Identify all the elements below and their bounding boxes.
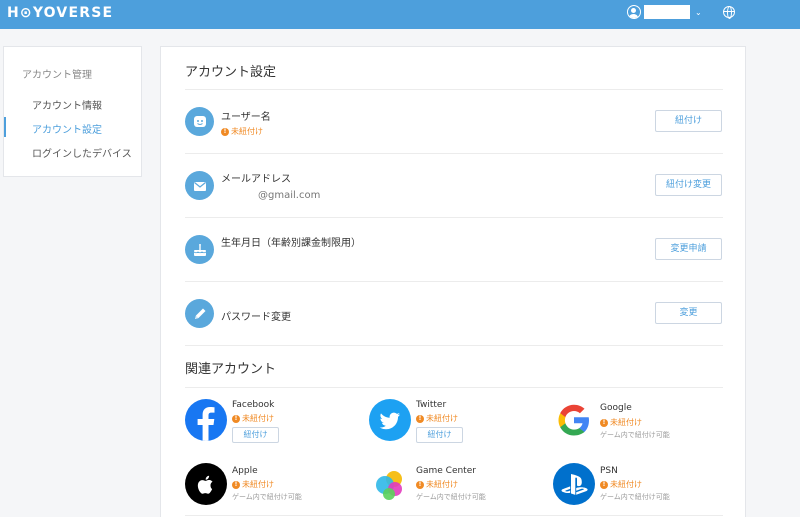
warning-icon: !	[416, 414, 424, 423]
apple-note: ゲーム内で紐付け可能	[232, 493, 302, 501]
user-circle-icon[interactable]	[627, 5, 641, 19]
face-icon	[185, 107, 214, 136]
twitter-status: ! 未紐付け	[416, 413, 458, 424]
divider	[185, 217, 723, 218]
facebook-icon	[185, 399, 227, 441]
sidebar-active-indicator	[4, 117, 6, 137]
twitter-name: Twitter	[416, 400, 447, 410]
psn-name: PSN	[600, 466, 618, 476]
account-settings-panel: アカウント設定 ユーザー名 ! 未紐付け 紐付け メールアドレス @gmail.…	[160, 46, 746, 517]
chevron-down-icon[interactable]: ⌄	[695, 8, 702, 17]
envelope-icon	[185, 171, 214, 200]
username-label: ユーザー名	[221, 112, 271, 123]
game-center-note: ゲーム内で紐付け可能	[416, 493, 486, 501]
google-name: Google	[600, 403, 632, 413]
username-status-text: 未紐付け	[231, 127, 263, 136]
pencil-icon	[185, 299, 214, 328]
game-center-status-text: 未紐付け	[426, 480, 458, 489]
link-twitter-button[interactable]: 紐付け	[416, 427, 463, 443]
top-bar: H⊙YOVERSE ⌄	[0, 0, 800, 29]
divider	[185, 515, 723, 516]
user-name-redacted[interactable]	[644, 5, 690, 19]
sidebar-item-account-info[interactable]: アカウント情報	[32, 97, 102, 112]
related-accounts-title: 関連アカウント	[185, 362, 277, 377]
username-status: ! 未紐付け	[221, 126, 263, 137]
psn-status: ! 未紐付け	[600, 479, 642, 490]
apple-status-text: 未紐付け	[242, 480, 274, 489]
google-status: ! 未紐付け	[600, 417, 642, 428]
sidebar-item-login-devices[interactable]: ログインしたデバイス	[32, 145, 132, 160]
link-facebook-button[interactable]: 紐付け	[232, 427, 279, 443]
facebook-name: Facebook	[232, 400, 275, 410]
password-label: パスワード変更	[221, 312, 291, 323]
facebook-status: ! 未紐付け	[232, 413, 274, 424]
globe-icon[interactable]	[723, 6, 735, 19]
google-icon	[553, 399, 595, 441]
divider	[185, 387, 723, 388]
game-center-status: ! 未紐付け	[416, 479, 458, 490]
sidebar-item-account-settings[interactable]: アカウント設定	[32, 121, 102, 136]
change-email-button[interactable]: 紐付け変更	[655, 174, 722, 196]
apple-icon	[185, 463, 227, 505]
playstation-icon	[553, 463, 595, 505]
page-title: アカウント設定	[185, 65, 277, 80]
game-center-name: Game Center	[416, 466, 476, 476]
link-username-button[interactable]: 紐付け	[655, 110, 722, 132]
twitter-status-text: 未紐付け	[426, 414, 458, 423]
warning-icon: !	[600, 480, 608, 489]
sidebar-title: アカウント管理	[22, 70, 92, 81]
warning-icon: !	[221, 127, 229, 136]
warning-icon: !	[232, 414, 240, 423]
divider	[185, 345, 723, 346]
warning-icon: !	[232, 480, 240, 489]
change-password-button[interactable]: 変更	[655, 302, 722, 324]
divider	[185, 89, 723, 90]
game-center-icon	[369, 463, 411, 505]
divider	[185, 281, 723, 282]
google-note: ゲーム内で紐付け可能	[600, 431, 670, 439]
divider	[185, 153, 723, 154]
google-status-text: 未紐付け	[610, 418, 642, 427]
apple-name: Apple	[232, 466, 258, 476]
user-menu[interactable]: ⌄	[627, 4, 702, 20]
psn-status-text: 未紐付け	[610, 480, 642, 489]
warning-icon: !	[416, 480, 424, 489]
warning-icon: !	[600, 418, 608, 427]
twitter-bird-icon	[369, 399, 411, 441]
cake-icon	[185, 235, 214, 264]
request-birthday-change-button[interactable]: 変更申請	[655, 238, 722, 260]
sidebar: アカウント管理 アカウント情報 アカウント設定 ログインしたデバイス	[3, 46, 142, 177]
email-label: メールアドレス	[221, 174, 291, 185]
hoyoverse-logo[interactable]: H⊙YOVERSE	[7, 5, 113, 21]
email-value: @gmail.com	[258, 190, 321, 201]
apple-status: ! 未紐付け	[232, 479, 274, 490]
birthday-label: 生年月日（年齢別課金制限用）	[221, 238, 361, 249]
facebook-status-text: 未紐付け	[242, 414, 274, 423]
psn-note: ゲーム内で紐付け可能	[600, 493, 670, 501]
